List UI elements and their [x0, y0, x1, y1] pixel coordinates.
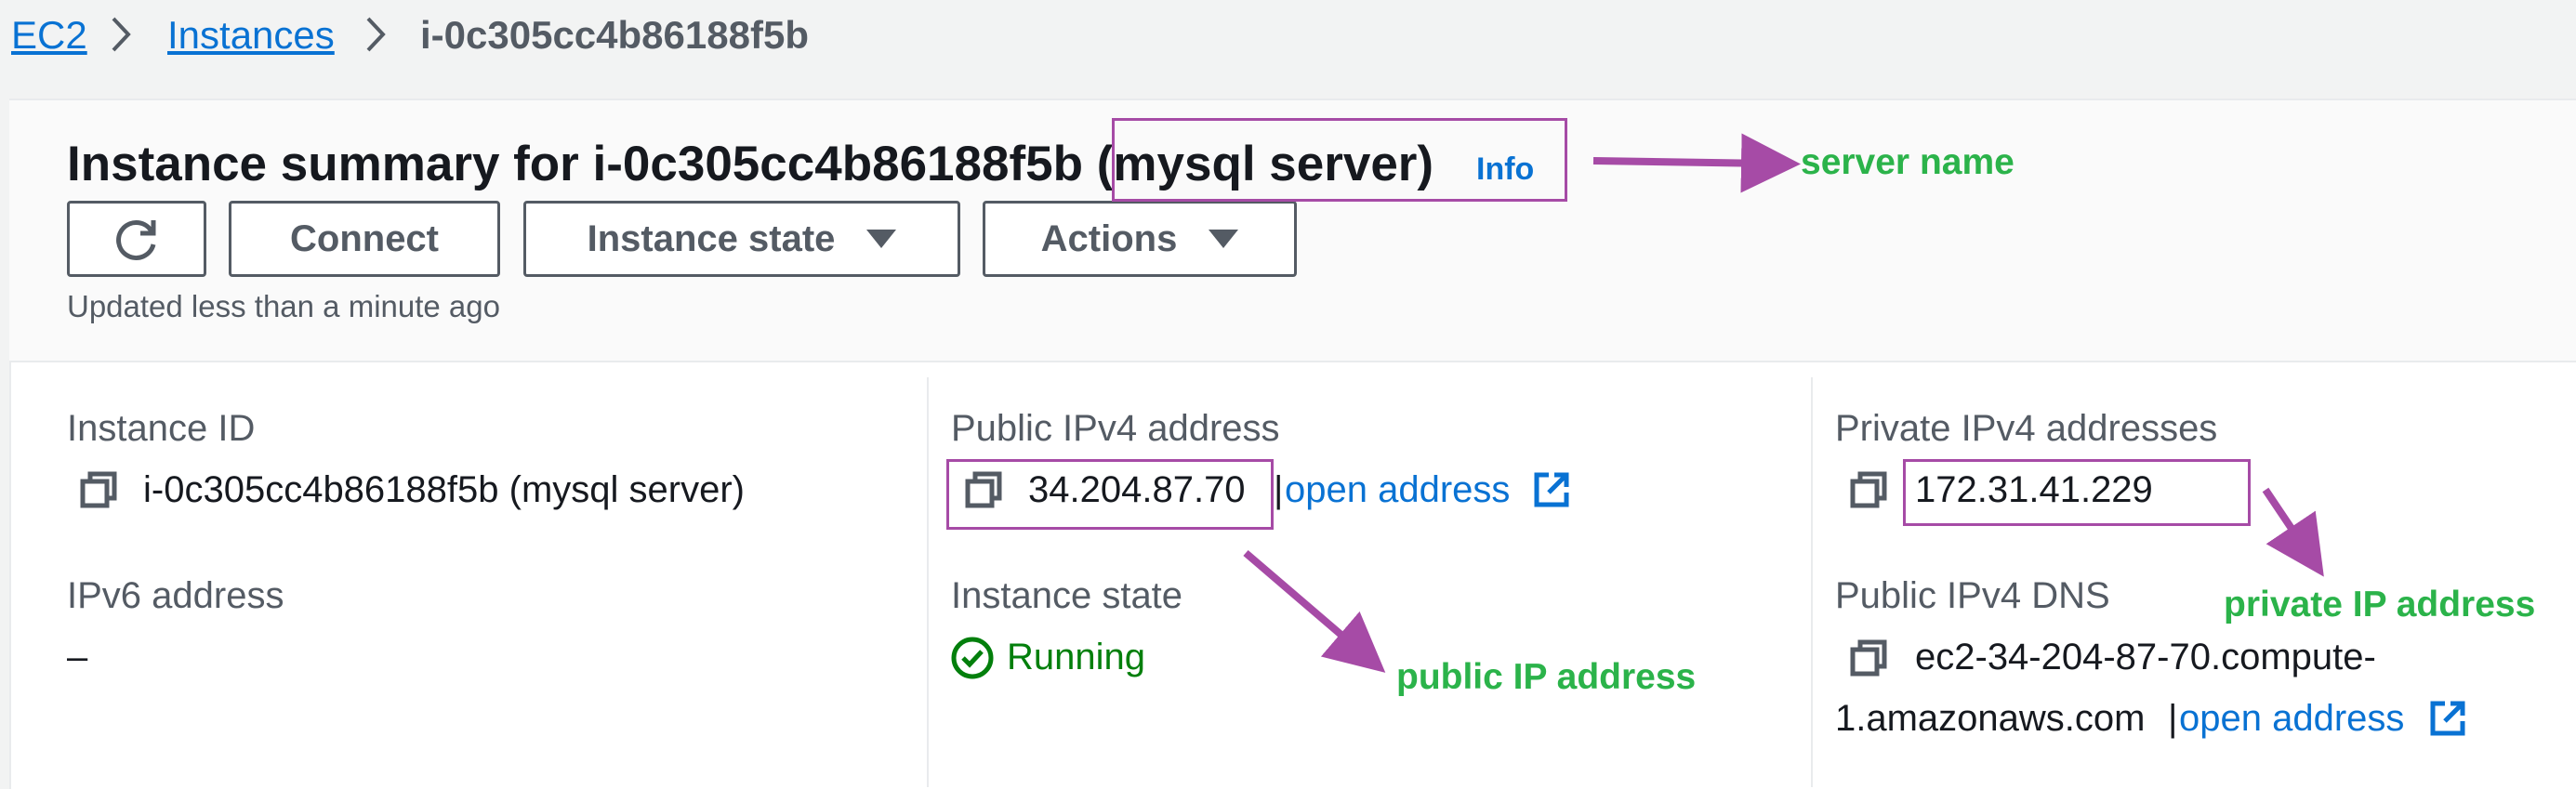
public-ip-annotation: public IP address: [1396, 657, 1697, 697]
server-name-annotation: server name: [1801, 142, 2015, 182]
private-ip-annotation: private IP address: [2224, 585, 2536, 625]
private-ip-arrow: [2262, 487, 2324, 577]
server-name-arrow: [1592, 133, 1801, 193]
annotation-arrows: [1243, 133, 2324, 673]
public-ip-arrow: [1243, 549, 1386, 673]
